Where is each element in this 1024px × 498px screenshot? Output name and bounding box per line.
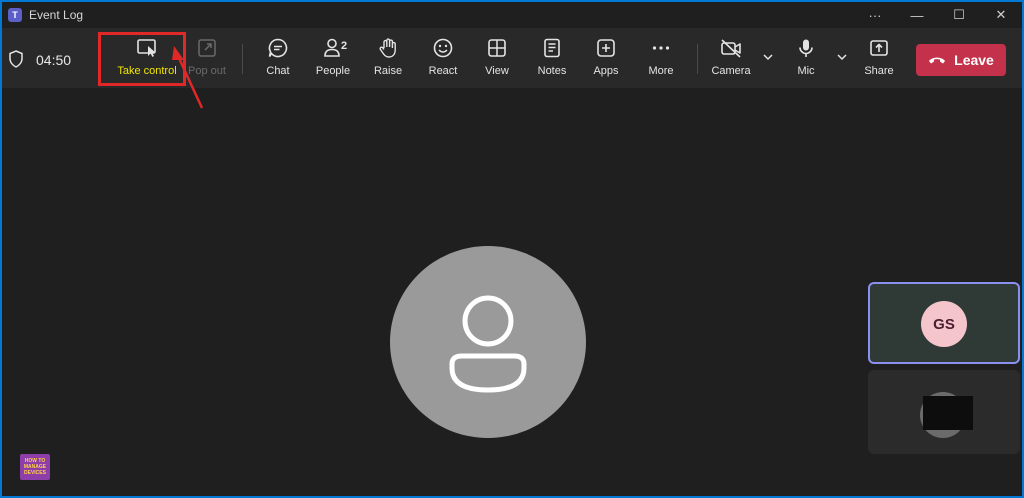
people-count: 2 <box>341 40 348 52</box>
react-icon <box>431 36 455 60</box>
mic-button[interactable]: Mic <box>777 36 835 82</box>
participant-tile-self[interactable] <box>868 370 1020 454</box>
meeting-toolbar: 04:50 Take control Pop out Chat 2 People… <box>2 28 1022 88</box>
camera-off-icon <box>719 36 743 60</box>
maximize-button[interactable]: ☐ <box>938 2 980 28</box>
title-bar: T Event Log ··· — ☐ ✕ <box>2 2 1022 28</box>
participant-tile-gs[interactable]: GS <box>868 282 1020 364</box>
notes-button[interactable]: Notes <box>523 36 581 82</box>
raise-hand-icon <box>376 36 400 60</box>
teams-meeting-window: T Event Log ··· — ☐ ✕ 04:50 Take control… <box>2 2 1022 496</box>
react-label: React <box>428 65 458 77</box>
notes-label: Notes <box>537 65 567 77</box>
chat-icon <box>266 36 290 60</box>
share-label: Share <box>864 65 894 77</box>
people-button[interactable]: 2 People <box>304 36 362 82</box>
share-button[interactable]: Share <box>850 36 908 82</box>
close-button[interactable]: ✕ <box>980 2 1022 28</box>
pop-out-label: Pop out <box>188 65 226 77</box>
apps-label: Apps <box>593 65 619 77</box>
share-icon <box>867 36 891 60</box>
camera-options-chevron-icon[interactable] <box>761 50 775 64</box>
mic-label: Mic <box>797 65 815 77</box>
meeting-stage: GS HOW TO MANAGE DEVICES <box>2 88 1022 496</box>
leave-label: Leave <box>954 52 994 68</box>
view-label: View <box>485 65 509 77</box>
person-icon <box>449 295 527 393</box>
shield-icon[interactable] <box>8 50 24 68</box>
window-title: Event Log <box>29 8 84 22</box>
window-more-button[interactable]: ··· <box>854 2 896 28</box>
chat-button[interactable]: Chat <box>249 36 307 82</box>
participant-avatar-initials: GS <box>921 301 967 347</box>
camera-button[interactable]: Camera <box>702 36 760 82</box>
pop-out-icon <box>195 36 219 60</box>
notes-icon <box>540 36 564 60</box>
take-control-highlight-box <box>98 32 186 86</box>
view-icon <box>485 36 509 60</box>
raise-hand-button[interactable]: Raise <box>359 36 417 82</box>
meeting-timer: 04:50 <box>36 52 72 68</box>
chat-label: Chat <box>266 65 290 77</box>
mic-options-chevron-icon[interactable] <box>835 50 849 64</box>
main-participant-avatar <box>390 246 586 438</box>
phone-hangup-icon <box>929 57 946 64</box>
react-button[interactable]: React <box>414 36 472 82</box>
people-label: People <box>315 65 351 77</box>
toolbar-divider <box>242 44 243 74</box>
more-label: More <box>648 65 674 77</box>
raise-label: Raise <box>373 65 403 77</box>
teams-app-icon: T <box>8 8 22 22</box>
apps-icon <box>594 36 618 60</box>
toolbar-divider <box>697 44 698 74</box>
mic-icon <box>794 36 818 60</box>
redacted-overlay <box>923 396 973 430</box>
camera-label: Camera <box>711 65 751 77</box>
more-icon <box>649 36 673 60</box>
window-controls: ··· — ☐ ✕ <box>854 2 1022 28</box>
pop-out-button[interactable]: Pop out <box>178 36 236 82</box>
view-button[interactable]: View <box>468 36 526 82</box>
more-button[interactable]: More <box>632 36 690 82</box>
minimize-button[interactable]: — <box>896 2 938 28</box>
leave-button[interactable]: Leave <box>916 44 1006 76</box>
apps-button[interactable]: Apps <box>577 36 635 82</box>
watermark-logo: HOW TO MANAGE DEVICES <box>20 454 50 480</box>
